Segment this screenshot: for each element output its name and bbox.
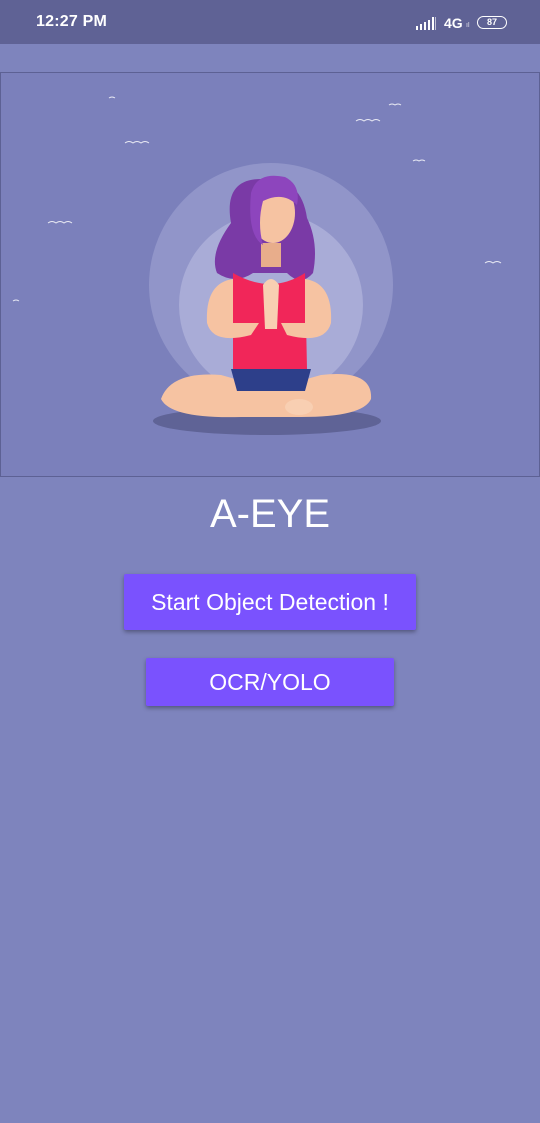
start-object-detection-button[interactable]: Start Object Detection ! xyxy=(124,574,416,630)
network-type: 4G xyxy=(444,15,463,31)
signal-bars-icon xyxy=(416,17,436,30)
ocr-yolo-button[interactable]: OCR/YOLO xyxy=(146,658,394,706)
meditating-woman-illustration xyxy=(12,96,502,435)
battery-icon: 87 xyxy=(477,16,507,29)
hero-image xyxy=(0,72,540,477)
network-activity: ıl xyxy=(466,22,470,29)
app-title: A-EYE xyxy=(209,492,331,536)
battery-level: 87 xyxy=(486,17,497,27)
status-time: 12:27 PM xyxy=(36,13,107,30)
status-bar: 12:27 PM 4G ıl 87 xyxy=(0,0,540,44)
